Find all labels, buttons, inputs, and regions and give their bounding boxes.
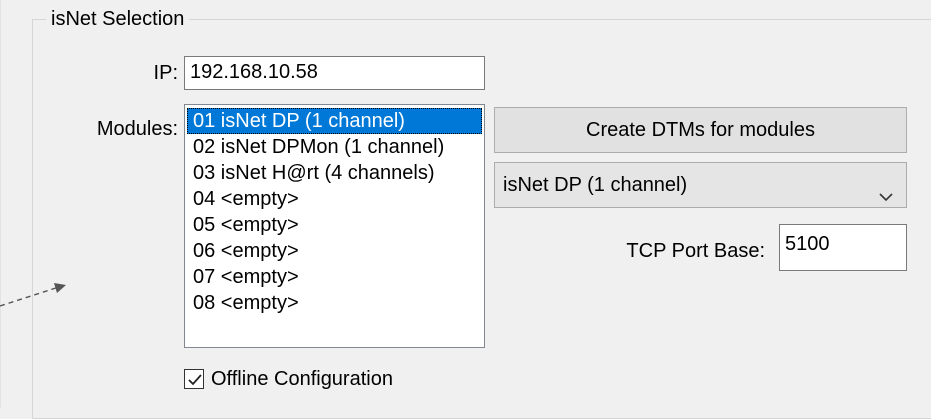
- create-dtms-button[interactable]: Create DTMs for modules: [494, 107, 907, 153]
- module-list-item[interactable]: 02 isNet DPMon (1 channel): [187, 134, 482, 160]
- chevron-down-icon[interactable]: [878, 177, 894, 202]
- module-type-dropdown[interactable]: isNet DP (1 channel): [494, 162, 907, 208]
- checkmark-icon: [188, 374, 202, 386]
- modules-label: Modules:: [96, 118, 178, 140]
- modules-listbox[interactable]: 01 isNet DP (1 channel) 02 isNet DPMon (1…: [184, 104, 485, 348]
- dashed-arrow-icon: [0, 283, 66, 307]
- module-list-item[interactable]: 06 <empty>: [187, 238, 482, 264]
- module-list-item[interactable]: 04 <empty>: [187, 186, 482, 212]
- module-type-value: isNet DP (1 channel): [503, 174, 688, 196]
- offline-configuration-checkbox[interactable]: [184, 369, 204, 389]
- module-list-item[interactable]: 08 <empty>: [187, 290, 482, 316]
- tcp-port-base-label: TCP Port Base:: [626, 240, 765, 262]
- module-list-item[interactable]: 07 <empty>: [187, 264, 482, 290]
- module-list-item[interactable]: 05 <empty>: [187, 212, 482, 238]
- module-list-item[interactable]: 03 isNet H@rt (4 channels): [187, 160, 482, 186]
- offline-configuration-row[interactable]: Offline Configuration: [184, 366, 393, 392]
- tcp-port-base-field[interactable]: 5100: [779, 224, 907, 271]
- groupbox-title: isNet Selection: [46, 6, 190, 32]
- ip-field[interactable]: 192.168.10.58: [184, 56, 485, 90]
- module-list-item[interactable]: 01 isNet DP (1 channel): [187, 108, 482, 134]
- offline-configuration-label: Offline Configuration: [211, 367, 393, 390]
- ip-label: IP:: [153, 62, 178, 84]
